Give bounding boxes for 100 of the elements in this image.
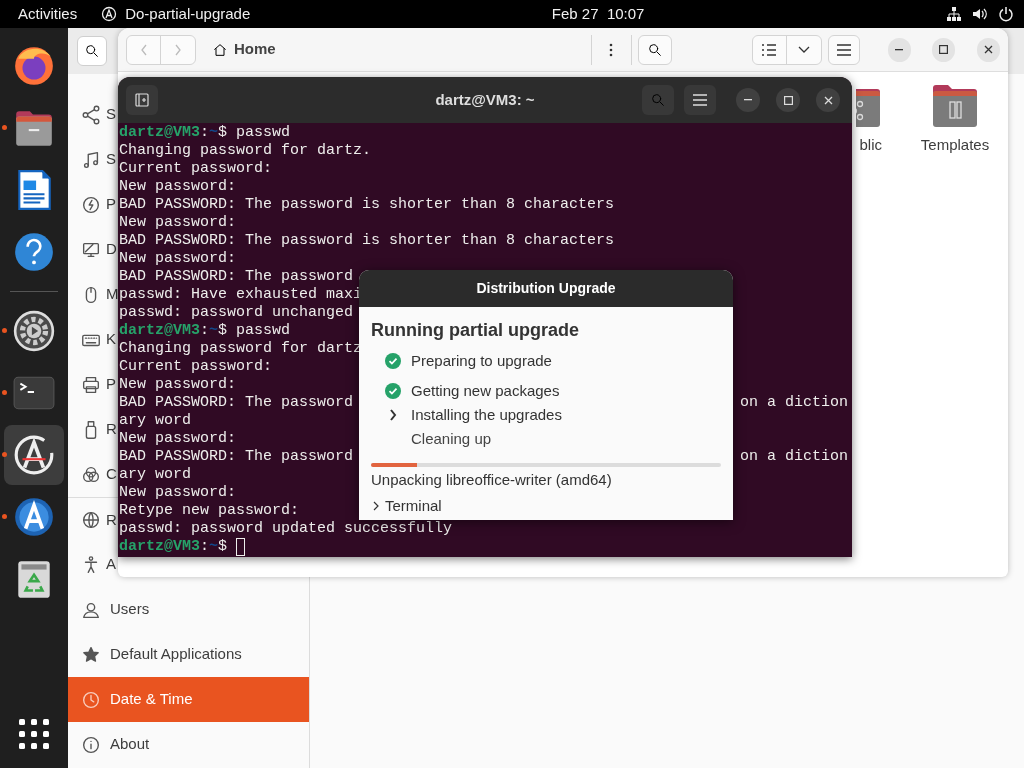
terminal-line: New password: <box>119 250 237 267</box>
dialog-title: Distribution Upgrade <box>476 279 616 298</box>
new-tab-button[interactable] <box>126 85 158 115</box>
sidebar-item[interactable]: About <box>68 722 309 767</box>
minimize-icon <box>895 48 904 51</box>
terminal-line: ary word <box>119 466 191 483</box>
terminal-line: passwd: Have exhausted maxi <box>119 286 363 303</box>
dialog-heading: Running partial upgrade <box>371 319 580 341</box>
menu-button[interactable] <box>827 34 861 65</box>
status-text: Unpacking libreoffice-writer (amd64) <box>371 470 613 490</box>
step-label: Installing the upgrades <box>411 404 562 425</box>
minimize-icon <box>744 99 752 101</box>
folder-label[interactable]: Templates <box>920 134 990 157</box>
terminal-line: Changing password for dartz <box>119 340 363 357</box>
folder-label[interactable]: blic <box>859 134 882 157</box>
terminal-line: New password: <box>119 214 237 231</box>
sidebar-item[interactable]: Users <box>68 587 309 632</box>
maximize-button[interactable] <box>776 88 800 112</box>
home-icon <box>212 41 228 58</box>
gear-icon <box>12 309 56 353</box>
terminal-line: BAD PASSWORD: The password is shorter than 8 characters <box>119 232 615 249</box>
firefox-icon <box>12 44 56 88</box>
terminal-expander[interactable]: Terminal <box>371 494 442 517</box>
power-icon <box>998 6 1014 22</box>
sidebar-item[interactable]: R <box>68 407 118 452</box>
close-icon <box>983 45 993 54</box>
prompt-separator: : <box>200 538 210 556</box>
network-icon <box>946 6 962 22</box>
vertical-dots-icon <box>609 42 614 57</box>
prompt-path: ~ <box>209 538 219 556</box>
search-button[interactable] <box>77 36 107 66</box>
terminal-line: Current password: <box>119 358 273 375</box>
close-button[interactable] <box>976 37 1000 62</box>
close-icon <box>823 95 833 105</box>
list-icon <box>761 42 777 57</box>
chevron-right-icon <box>173 42 183 57</box>
terminal-line: BAD PASSWORD: The password <box>119 394 354 411</box>
globe-icon <box>80 509 102 531</box>
share-icon <box>80 103 102 126</box>
terminal-line: on a diction <box>740 394 849 412</box>
sidebar-item[interactable]: P <box>68 182 118 227</box>
terminal-line: New password: <box>119 430 237 447</box>
terminal-line: passwd: password unchanged <box>119 304 354 321</box>
chevron-right-icon <box>371 499 381 512</box>
prompt-sign: $ <box>218 322 228 340</box>
search-icon <box>646 41 663 58</box>
menu-icon <box>693 94 707 106</box>
prompt-user: dartz@VM3 <box>119 124 200 142</box>
close-button[interactable] <box>816 88 840 112</box>
maximize-button[interactable] <box>932 37 956 62</box>
sidebar-item[interactable]: Date & Time <box>68 677 309 722</box>
menu-icon <box>836 43 851 56</box>
minimize-button[interactable] <box>736 88 760 112</box>
clock[interactable]: Feb 27 10:07 <box>551 0 645 28</box>
app-menu[interactable]: Do-partial-upgrade <box>101 0 251 28</box>
search-icon <box>650 92 666 108</box>
terminal-line: New password: <box>119 178 237 195</box>
sidebar-item[interactable]: P <box>68 362 118 407</box>
menu-button[interactable] <box>684 85 716 115</box>
check-circle-icon <box>385 353 401 369</box>
terminal-line: New password: <box>119 376 237 393</box>
terminal-line: Current password: <box>119 160 273 177</box>
updater-icon <box>101 6 118 22</box>
sidebar-item[interactable]: S <box>68 137 118 182</box>
new-tab-icon <box>135 93 149 107</box>
help-icon <box>12 230 56 274</box>
prompt-user: dartz@VM3 <box>119 538 200 556</box>
chevron-down-icon <box>797 45 810 54</box>
sidebar-item[interactable]: Default Applications <box>68 632 309 677</box>
terminal-line: Retype new password: <box>119 502 300 519</box>
sidebar-item[interactable]: A <box>68 542 118 587</box>
step-label: Getting new packages <box>411 380 560 401</box>
dock-item[interactable] <box>4 425 64 485</box>
volume-icon <box>972 6 988 22</box>
maximize-icon <box>939 45 949 54</box>
sidebar-item[interactable]: D <box>68 227 118 272</box>
search-button[interactable] <box>637 34 673 65</box>
terminal-line: on a diction <box>740 448 849 466</box>
updater-icon <box>12 433 56 477</box>
terminal-line: passwd: password updated successfully <box>119 520 453 537</box>
app-store-icon <box>12 495 56 539</box>
terminal-line: Changing password for dartz. <box>119 142 372 159</box>
search-icon <box>84 43 100 59</box>
prompt-sign: $ <box>218 538 228 556</box>
prompt-sign: $ <box>218 124 228 142</box>
terminal-line: BAD PASSWORD: The password <box>119 268 354 285</box>
folder-icon <box>931 84 979 128</box>
check-circle-icon <box>385 383 401 399</box>
terminal-line: BAD PASSWORD: The password is shorter than 8 characters <box>119 196 615 213</box>
prompt-separator: : <box>200 322 210 340</box>
sidebar-item[interactable]: S <box>68 92 118 137</box>
maximize-icon <box>783 95 793 105</box>
prompt-separator: : <box>200 124 210 142</box>
sidebar-item[interactable]: C <box>68 452 118 497</box>
terminal-line: New password: <box>119 484 237 501</box>
sidebar-item[interactable]: K <box>68 317 118 362</box>
app-grid-icon <box>18 718 50 750</box>
sidebar-item[interactable]: M <box>68 272 118 317</box>
activities-button[interactable]: Activities <box>0 0 96 28</box>
prompt-path: ~ <box>209 322 219 340</box>
